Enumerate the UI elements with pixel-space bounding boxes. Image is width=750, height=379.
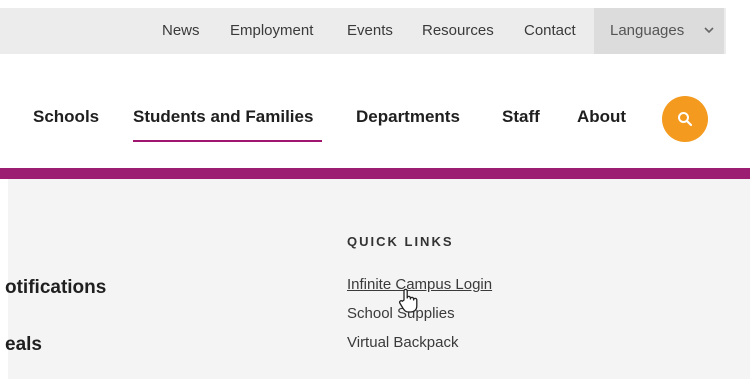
utility-link-resources[interactable]: Resources bbox=[422, 22, 494, 39]
hand-cursor-icon bbox=[399, 288, 418, 313]
chevron-down-icon[interactable] bbox=[703, 24, 715, 36]
accent-bar bbox=[0, 168, 750, 179]
utility-link-events[interactable]: Events bbox=[347, 22, 393, 39]
utility-link-employment[interactable]: Employment bbox=[230, 22, 313, 39]
menu-heading-notifications[interactable]: otifications bbox=[5, 277, 106, 299]
nav-item-departments[interactable]: Departments bbox=[356, 107, 460, 127]
quick-links-title: QUICK LINKS bbox=[347, 234, 454, 249]
search-button[interactable] bbox=[662, 96, 708, 142]
nav-item-staff[interactable]: Staff bbox=[502, 107, 540, 127]
utility-link-news[interactable]: News bbox=[162, 22, 200, 39]
nav-item-students-and-families[interactable]: Students and Families bbox=[133, 107, 313, 127]
menu-heading-meals[interactable]: eals bbox=[5, 334, 42, 356]
nav-item-schools[interactable]: Schools bbox=[33, 107, 99, 127]
quick-link-virtual-backpack[interactable]: Virtual Backpack bbox=[347, 334, 458, 351]
active-nav-underline bbox=[133, 140, 322, 142]
utility-link-contact[interactable]: Contact bbox=[524, 22, 576, 39]
search-icon bbox=[678, 112, 693, 127]
nav-item-about[interactable]: About bbox=[577, 107, 626, 127]
language-selector-label[interactable]: Languages bbox=[610, 22, 684, 39]
